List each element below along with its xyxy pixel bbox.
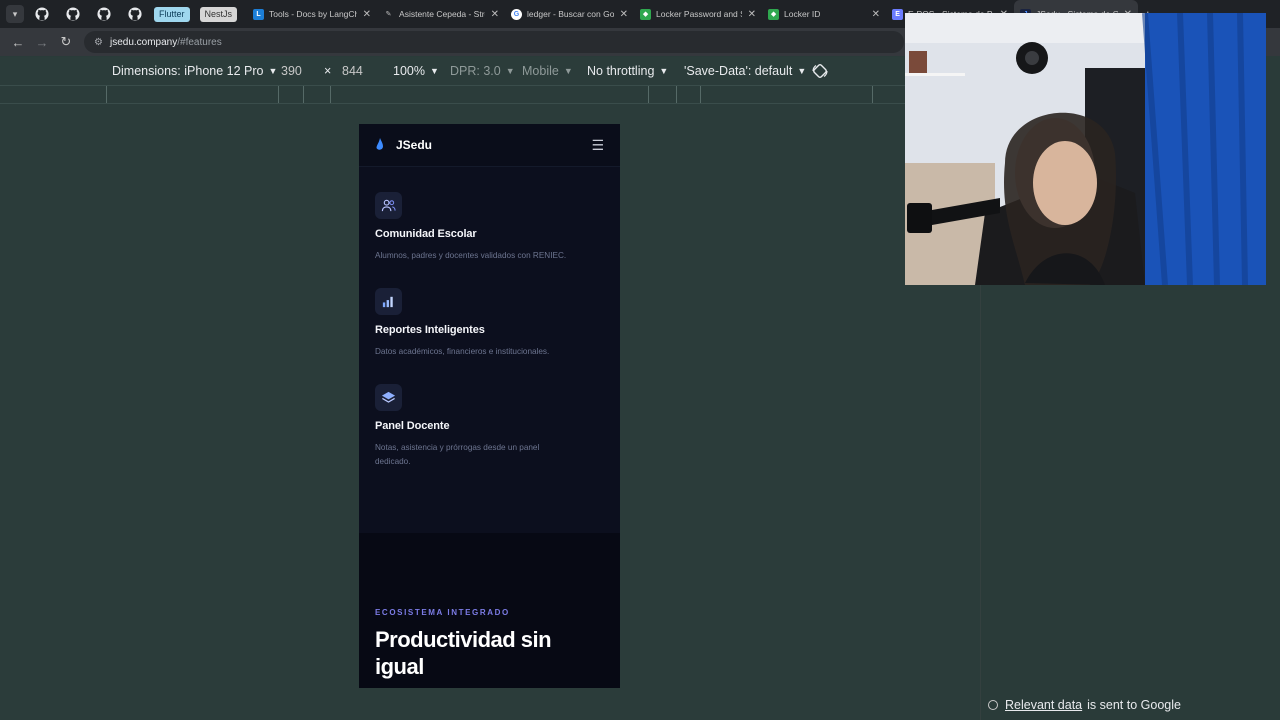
forward-button[interactable]: → <box>30 30 54 54</box>
media-query-ruler[interactable] <box>0 85 905 104</box>
throttling-select[interactable]: No throttling ▼ <box>587 64 668 78</box>
github-icon <box>128 7 142 21</box>
webcam-overlay <box>905 13 1266 285</box>
save-data-select[interactable]: 'Save-Data': default ▼ <box>684 64 806 78</box>
chevron-down-icon: ▼ <box>505 66 515 76</box>
github-icon <box>35 7 49 21</box>
users-icon <box>381 199 396 212</box>
tab-locker-id[interactable]: ◆ Locker ID ✕ <box>762 0 886 28</box>
pinned-tab-github-1[interactable] <box>30 0 54 28</box>
pinned-tab-github-2[interactable] <box>61 0 85 28</box>
tab-asistente-cepeda[interactable]: ✎ Asistente Cepeda - Stre ✕ <box>377 0 505 28</box>
pos-icon: E <box>892 8 904 20</box>
device-toolbar: Dimensions: iPhone 12 Pro ▼ 390 × 844 100… <box>0 57 905 85</box>
feature-card: Comunidad Escolar Alumnos, padres y doce… <box>375 192 604 263</box>
feature-title: Panel Docente <box>375 420 450 432</box>
shield-icon: ◆ <box>640 8 652 20</box>
pinned-tab-github-3[interactable] <box>92 0 116 28</box>
feature-card: Reportes Inteligentes Datos académicos, … <box>375 288 604 359</box>
feature-description: Notas, asistencia y prórrogas desde un p… <box>375 443 540 466</box>
hamburger-menu-icon[interactable]: ☰ <box>591 137 604 154</box>
github-icon <box>66 7 80 21</box>
shield-icon: ◆ <box>768 8 780 20</box>
feature-title: Comunidad Escolar <box>375 228 477 240</box>
phone-screen: JSedu ☰ Comunidad Escolar Alumnos, padre… <box>359 124 620 688</box>
tab-google-search[interactable]: G ledger - Buscar con Go ✕ <box>505 0 634 28</box>
webcam-feed <box>905 13 1266 285</box>
device-mode-select[interactable]: Mobile ▼ <box>522 64 573 78</box>
bar-chart-icon <box>382 296 393 308</box>
ruler-marker <box>648 86 649 103</box>
ruler-marker <box>303 86 304 103</box>
tab-search-button[interactable]: ▾ <box>6 5 24 23</box>
ruler-marker <box>872 86 873 103</box>
width-input[interactable]: 390 <box>281 64 302 78</box>
chevron-down-icon: ▼ <box>659 66 669 76</box>
reload-button[interactable]: ↻ <box>54 30 78 54</box>
feather-icon: ✎ <box>385 11 392 18</box>
feature-title: Reportes Inteligentes <box>375 324 485 336</box>
chevron-down-icon: ▼ <box>268 66 278 76</box>
feature-icon-box <box>375 288 402 315</box>
chevron-down-icon: ▼ <box>429 66 439 76</box>
zoom-select[interactable]: 100% ▼ <box>393 64 439 78</box>
ruler-marker <box>676 86 677 103</box>
back-button[interactable]: ← <box>6 30 30 54</box>
close-icon[interactable]: ✕ <box>491 9 499 20</box>
brand-name[interactable]: JSedu <box>396 138 591 152</box>
rotate-button[interactable] <box>811 62 829 80</box>
chevron-down-icon: ▼ <box>563 66 573 76</box>
layers-icon <box>381 391 396 403</box>
feature-description: Alumnos, padres y docentes validados con… <box>375 251 567 260</box>
github-icon <box>97 7 111 21</box>
flame-logo-icon <box>376 138 383 150</box>
ruler-marker <box>278 86 279 103</box>
section-eyebrow: ECOSISTEMA INTEGRADO <box>375 608 510 617</box>
dpr-select[interactable]: DPR: 3.0 ▼ <box>450 64 515 78</box>
info-circle-icon <box>988 700 998 710</box>
tab-group-nestjs[interactable]: NestJs <box>199 6 238 22</box>
tab-locker-password[interactable]: ◆ Locker Password and S ✕ <box>634 0 762 28</box>
ruler-marker <box>700 86 701 103</box>
tab-group-flutter[interactable]: Flutter <box>154 6 190 22</box>
close-icon[interactable]: ✕ <box>872 9 880 20</box>
ecosystem-section: ECOSISTEMA INTEGRADO Productividad sin i… <box>359 533 620 688</box>
feature-card: Panel Docente Notas, asistencia y prórro… <box>375 384 604 469</box>
dimension-separator: × <box>324 64 332 78</box>
pinned-tab-github-4[interactable] <box>123 0 147 28</box>
height-input[interactable]: 844 <box>342 64 363 78</box>
close-icon[interactable]: ✕ <box>363 9 371 20</box>
url-field[interactable]: ⚙ jsedu.company/#features <box>84 31 904 53</box>
google-icon: G <box>511 8 523 20</box>
features-list: Comunidad Escolar Alumnos, padres y doce… <box>359 167 620 469</box>
ruler-marker <box>106 86 107 103</box>
device-select[interactable]: Dimensions: iPhone 12 Pro ▼ <box>112 64 277 78</box>
ruler-marker <box>330 86 331 103</box>
feature-description: Datos académicos, financieros e instituc… <box>375 347 550 356</box>
app-header: JSedu ☰ <box>359 124 620 167</box>
close-icon[interactable]: ✕ <box>748 9 756 20</box>
feature-icon-box <box>375 192 402 219</box>
close-icon[interactable]: ✕ <box>620 9 628 20</box>
feature-icon-box <box>375 384 402 411</box>
rotate-icon <box>812 64 828 78</box>
site-settings-icon[interactable]: ⚙ <box>94 37 103 48</box>
tab-langchain-docs[interactable]: L Tools - Docs by LangCh ✕ <box>247 0 377 28</box>
section-title: Productividad sin igual <box>375 627 552 679</box>
chevron-down-icon: ▼ <box>797 66 807 76</box>
langchain-icon: L <box>253 8 265 20</box>
privacy-notice: Relevant data is sent to Google <box>988 698 1181 712</box>
relevant-data-link[interactable]: Relevant data <box>1005 698 1082 712</box>
